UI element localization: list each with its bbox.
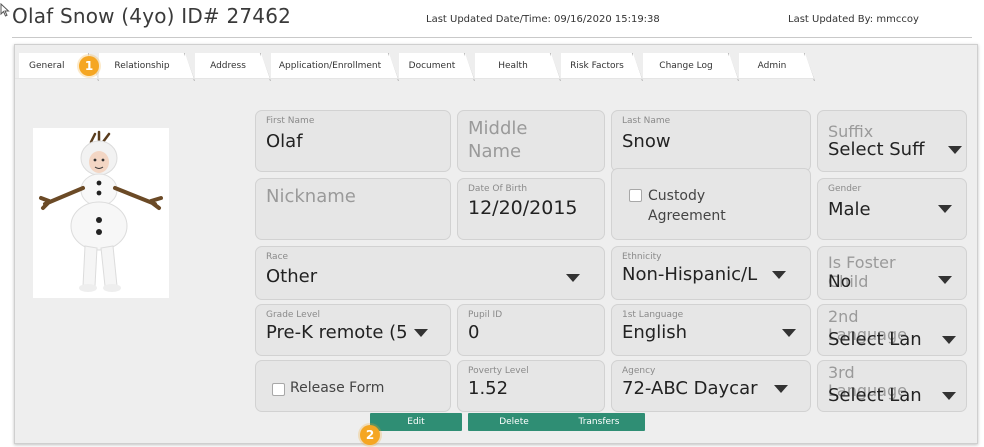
tab-bar: General Relationship Address Application… [15, 53, 815, 81]
second-language-select[interactable]: 2nd Language Select Lan [817, 304, 967, 356]
date-of-birth-field[interactable]: Date Of Birth 12/20/2015 [457, 178, 605, 240]
pupil-id-value: 0 [468, 322, 480, 343]
chevron-down-icon [938, 205, 952, 213]
gender-select[interactable]: Gender Male [817, 178, 967, 240]
custody-agreement-field: Custody Agreement [611, 168, 811, 240]
transfers-button[interactable]: Transfers [553, 413, 645, 431]
first-language-value: English [622, 322, 687, 343]
tab-label: Risk Factors [570, 61, 624, 71]
callout-badge-1: 1 [79, 56, 99, 76]
chevron-down-icon [942, 392, 956, 400]
header-divider [12, 37, 972, 38]
tab-change-log[interactable]: Change Log [643, 53, 739, 81]
agency-select[interactable]: Agency 72-ABC Daycar [611, 360, 811, 412]
gender-label: Gender [828, 184, 862, 194]
pupil-id-field[interactable]: Pupil ID 0 [457, 304, 605, 356]
custody-agreement-checkbox[interactable] [629, 189, 642, 202]
edit-button[interactable]: Edit [370, 413, 462, 431]
tab-admin[interactable]: Admin [739, 53, 815, 81]
tab-application-enrollment[interactable]: Application/Enrollment [271, 53, 399, 81]
tab-bar-underline [15, 78, 815, 79]
mouse-cursor-icon [0, 3, 10, 17]
tab-label: Relationship [114, 61, 170, 71]
foster-child-select[interactable]: Is Foster Child No [817, 246, 967, 300]
second-language-value: Select Lan [828, 329, 922, 350]
release-form-checkbox[interactable] [272, 383, 285, 396]
chevron-down-icon [566, 274, 580, 282]
poverty-level-field[interactable]: Poverty Level 1.52 [457, 360, 605, 412]
first-language-label: 1st Language [622, 310, 684, 320]
ethnicity-value: Non-Hispanic/L [622, 264, 758, 285]
middle-name-placeholder: Middle Name [468, 118, 528, 162]
tab-risk-factors[interactable]: Risk Factors [561, 53, 643, 81]
first-language-select[interactable]: 1st Language English [611, 304, 811, 356]
chevron-down-icon [772, 271, 786, 279]
tab-label: General [29, 61, 65, 71]
page-title: Olaf Snow (4yo) ID# 27462 [12, 4, 292, 28]
pupil-id-label: Pupil ID [468, 310, 503, 320]
first-name-label: First Name [266, 116, 315, 126]
first-name-field[interactable]: First Name Olaf [255, 110, 451, 172]
tab-label: Admin [757, 61, 787, 71]
chevron-down-icon [782, 329, 796, 337]
race-label: Race [266, 252, 289, 262]
poverty-level-value: 1.52 [468, 378, 509, 399]
grade-level-value: Pre-K remote (5 [266, 322, 408, 343]
poverty-level-label: Poverty Level [468, 366, 529, 376]
first-name-value: Olaf [266, 131, 303, 152]
dob-value: 12/20/2015 [468, 197, 578, 219]
agency-value: 72-ABC Daycar [622, 378, 758, 399]
chevron-down-icon [414, 329, 428, 337]
dob-label: Date Of Birth [468, 184, 528, 194]
race-value: Other [266, 266, 318, 287]
nickname-field[interactable]: Nickname [255, 178, 451, 240]
chevron-down-icon [938, 276, 952, 284]
tab-label: Document [408, 61, 456, 71]
nickname-placeholder: Nickname [266, 186, 356, 207]
suffix-select[interactable]: Suffix Select Suff [817, 110, 967, 172]
race-select[interactable]: Race Other [255, 246, 605, 300]
release-form-label: Release Form [290, 380, 385, 396]
middle-name-field[interactable]: Middle Name [457, 110, 605, 172]
foster-child-value: No [828, 272, 852, 292]
child-photo [33, 128, 169, 298]
tab-label: Application/Enrollment [278, 61, 382, 71]
chevron-down-icon [774, 385, 788, 393]
tab-relationship[interactable]: Relationship [99, 53, 195, 81]
callout-badge-2: 2 [360, 425, 380, 445]
last-name-label: Last Name [622, 116, 671, 126]
suffix-value: Select Suff [828, 139, 925, 160]
gender-value: Male [828, 199, 871, 220]
chevron-down-icon [948, 146, 962, 154]
last-updated-datetime: Last Updated Date/Time: 09/16/2020 15:19… [426, 14, 660, 25]
tab-label: Change Log [659, 61, 713, 71]
third-language-value: Select Lan [828, 385, 922, 406]
ethnicity-select[interactable]: Ethnicity Non-Hispanic/L [611, 246, 811, 300]
last-name-value: Snow [622, 131, 671, 152]
custody-agreement-label: Custody Agreement [648, 188, 726, 224]
third-language-select[interactable]: 3rd Language Select Lan [817, 360, 967, 412]
last-name-field[interactable]: Last Name Snow [611, 110, 811, 172]
release-form-field: Release Form [255, 360, 451, 412]
tab-label: Health [498, 61, 528, 71]
grade-level-label: Grade Level [266, 310, 321, 320]
agency-label: Agency [622, 366, 656, 376]
grade-level-select[interactable]: Grade Level Pre-K remote (5 [255, 304, 451, 356]
tab-label: Address [210, 61, 246, 71]
tab-health[interactable]: Health [475, 53, 561, 81]
ethnicity-label: Ethnicity [622, 252, 662, 262]
last-updated-by: Last Updated By: mmccoy [788, 14, 919, 25]
tab-document[interactable]: Document [399, 53, 475, 81]
delete-button[interactable]: Delete [468, 413, 560, 431]
tab-address[interactable]: Address [195, 53, 271, 81]
chevron-down-icon [942, 336, 956, 344]
